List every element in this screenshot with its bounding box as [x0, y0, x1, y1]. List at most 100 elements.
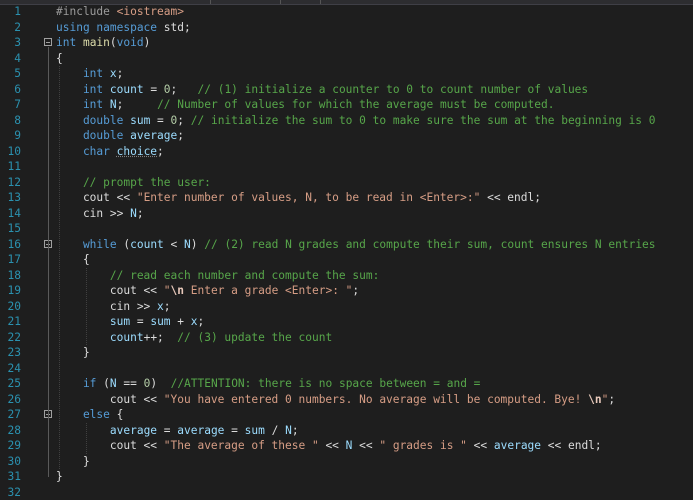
line-number: 27 [0, 407, 21, 423]
code-text: int main(void) [56, 35, 150, 51]
code-token: cout << [56, 439, 164, 452]
code-line[interactable]: 3int main(void) [0, 35, 693, 51]
line-number: 29 [0, 438, 21, 454]
code-line[interactable]: 2using namespace std; [0, 20, 693, 36]
code-line[interactable]: 1 #include <iostream> [0, 4, 693, 20]
code-line[interactable]: 19 cout << "\n Enter a grade <Enter>: "; [0, 283, 693, 299]
code-token: << [352, 439, 379, 452]
code-line[interactable]: 13 cout << "Enter number of values, N, t… [0, 190, 693, 206]
code-line[interactable]: 29 cout << "The average of these " << N … [0, 438, 693, 454]
code-line[interactable]: 30 } [0, 454, 693, 470]
code-text: else { [56, 407, 123, 423]
code-token: ; [164, 300, 171, 313]
code-line[interactable]: 5 int x; [0, 66, 693, 82]
code-line[interactable]: 4{ [0, 51, 693, 67]
line-number: 19 [0, 283, 21, 299]
code-token: N [130, 207, 137, 220]
code-line[interactable]: 28 average = average = sum / N; [0, 423, 693, 439]
line-number: 14 [0, 206, 21, 222]
code-line[interactable]: 17 { [0, 252, 693, 268]
code-token: "The average of these " [164, 439, 319, 452]
code-token: ; [292, 424, 299, 437]
code-token: void [117, 36, 144, 49]
code-text: { [56, 252, 90, 268]
line-number: 1 [0, 4, 21, 20]
code-token: = [157, 424, 177, 437]
code-token: x [157, 300, 164, 313]
code-line[interactable]: 6 int count = 0; // (1) initialize a cou… [0, 82, 693, 98]
code-line[interactable]: 26 cout << "You have entered 0 numbers. … [0, 392, 693, 408]
code-text: while (count < N) // (2) read N grades a… [56, 237, 656, 253]
code-token: ; [608, 393, 615, 406]
code-text: double average; [56, 128, 184, 144]
code-text: int count = 0; // (1) initialize a count… [56, 82, 588, 98]
line-number: 22 [0, 330, 21, 346]
code-text: cin >> N; [56, 206, 144, 222]
indent-guide [86, 268, 87, 346]
code-token: average [130, 129, 177, 142]
line-number: 31 [0, 469, 21, 485]
code-token: average [177, 424, 224, 437]
code-token: + [171, 315, 191, 328]
code-text: using namespace std; [56, 20, 191, 36]
code-token: N [285, 424, 292, 437]
line-number: 9 [0, 128, 21, 144]
line-number: 6 [0, 82, 21, 98]
line-number: 15 [0, 221, 21, 237]
code-line[interactable]: 15 [0, 221, 693, 237]
code-token: ( [110, 36, 117, 49]
code-token: ; [198, 315, 205, 328]
line-number: 16 [0, 237, 21, 253]
code-text: cout << "\n Enter a grade <Enter>: "; [56, 283, 359, 299]
code-token: ; [117, 98, 157, 111]
code-line[interactable]: 25 if (N == 0) //ATTENTION: there is no … [0, 376, 693, 392]
code-text: { [56, 51, 63, 67]
code-text: cout << "Enter number of values, N, to b… [56, 190, 541, 206]
code-token: else [56, 408, 117, 421]
code-token: x [110, 67, 117, 80]
line-number: 25 [0, 376, 21, 392]
code-token: #include [56, 5, 117, 18]
code-line[interactable]: 16 while (count < N) // (2) read N grade… [0, 237, 693, 253]
code-token: } [56, 346, 90, 359]
code-line[interactable]: 24 [0, 361, 693, 377]
code-token: / [265, 424, 285, 437]
fold-region-line [48, 419, 49, 462]
code-token: "You have entered 0 numbers. No average … [164, 393, 588, 406]
code-line[interactable]: 31} [0, 469, 693, 485]
code-line[interactable]: 7 int N; // Number of values for which t… [0, 97, 693, 113]
code-token: // Number of values for which the averag… [157, 98, 554, 111]
code-line[interactable]: 10 char choice; [0, 144, 693, 160]
code-line[interactable]: 22 count++; // (3) update the count [0, 330, 693, 346]
code-token: ; [352, 284, 359, 297]
code-text: #include <iostream> [56, 4, 184, 20]
code-token: int [56, 98, 110, 111]
code-token: ) [144, 36, 151, 49]
code-token: 0 [164, 83, 171, 96]
code-line[interactable]: 14 cin >> N; [0, 206, 693, 222]
code-line[interactable]: 11 [0, 159, 693, 175]
collapse-icon[interactable] [44, 38, 52, 46]
code-token: choice [117, 145, 157, 158]
code-line[interactable]: 12 // prompt the user: [0, 175, 693, 191]
code-token: char [56, 145, 117, 158]
code-line[interactable]: 32 [0, 485, 693, 500]
indent-guide [59, 66, 60, 469]
code-line[interactable]: 8 double sum = 0; // initialize the sum … [0, 113, 693, 129]
code-token: using namespace [56, 21, 164, 34]
line-number: 20 [0, 299, 21, 315]
line-number: 23 [0, 345, 21, 361]
code-text: cin >> x; [56, 299, 171, 315]
code-line[interactable]: 9 double average; [0, 128, 693, 144]
code-line[interactable]: 20 cin >> x; [0, 299, 693, 315]
code-line[interactable]: 23 } [0, 345, 693, 361]
code-line[interactable]: 27 else { [0, 407, 693, 423]
code-line[interactable]: 21 sum = sum + x; [0, 314, 693, 330]
code-token: = [224, 424, 244, 437]
code-line[interactable]: 18 // read each number and compute the s… [0, 268, 693, 284]
code-token: { [56, 52, 63, 65]
code-text: cout << "The average of these " << N << … [56, 438, 602, 454]
code-token: cin >> [56, 300, 157, 313]
code-text: // read each number and compute the sum: [56, 268, 379, 284]
code-editor[interactable]: 1 #include <iostream>2using namespace std… [0, 4, 693, 494]
